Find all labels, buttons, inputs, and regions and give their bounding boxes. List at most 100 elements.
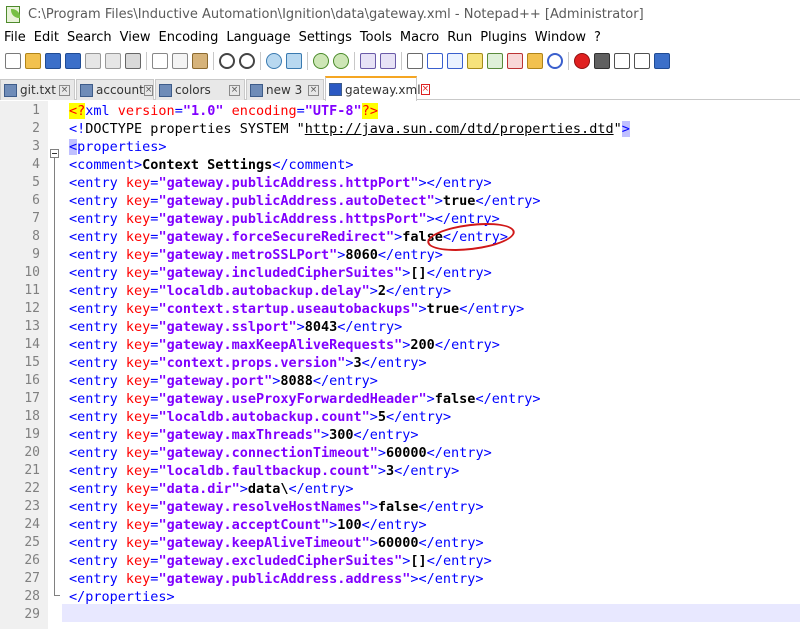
sync-horizontal-icon[interactable] xyxy=(380,53,396,69)
new-file-icon[interactable] xyxy=(5,53,21,69)
play-macro-icon[interactable] xyxy=(614,53,630,69)
xml-tag-token: </entry> xyxy=(475,193,541,209)
menu-search[interactable]: Search xyxy=(63,28,116,48)
menu-file[interactable]: File xyxy=(0,28,30,48)
tab-colors[interactable]: colors × xyxy=(155,79,245,100)
code-line[interactable]: 27 <entry key="gateway.publicAddress.addr… xyxy=(0,570,800,588)
word-wrap-icon[interactable] xyxy=(407,53,423,69)
code-line[interactable]: 21 <entry key="localdb.faultbackup.count"… xyxy=(0,462,800,480)
stop-macro-icon[interactable] xyxy=(594,53,610,69)
code-line[interactable]: 15 <entry key="context.props.version">3</… xyxy=(0,354,800,372)
udl-icon[interactable] xyxy=(467,53,483,69)
code-line[interactable]: 3 <properties> xyxy=(0,138,800,156)
code-line[interactable]: 13 <entry key="gateway.sslport">8043</ent… xyxy=(0,318,800,336)
copy-icon[interactable] xyxy=(172,53,188,69)
menu-edit[interactable]: Edit xyxy=(30,28,63,48)
save-macro-icon[interactable] xyxy=(654,53,670,69)
show-all-chars-icon[interactable] xyxy=(427,53,443,69)
undo-icon[interactable] xyxy=(219,53,235,69)
doc-map-icon[interactable] xyxy=(487,53,503,69)
zoom-in-icon[interactable] xyxy=(313,53,329,69)
xml-tag-token: <entry xyxy=(69,409,126,425)
menu-tools[interactable]: Tools xyxy=(356,28,396,48)
code-line[interactable]: 22 <entry key="data.dir">data\</entry> xyxy=(0,480,800,498)
sync-vertical-icon[interactable] xyxy=(360,53,376,69)
menu-run[interactable]: Run xyxy=(443,28,476,48)
menu-encoding[interactable]: Encoding xyxy=(154,28,222,48)
xml-attribute-value-token: "gateway.publicAddress.address" xyxy=(158,571,411,587)
menu-view[interactable]: View xyxy=(116,28,155,48)
tab-account[interactable]: account × xyxy=(76,79,154,100)
code-line[interactable]: 18 <entry key="localdb.autobackup.count">… xyxy=(0,408,800,426)
close-icon[interactable] xyxy=(85,53,101,69)
code-line[interactable]: 24 <entry key="gateway.acceptCount">100</… xyxy=(0,516,800,534)
code-text: <entry key="gateway.port">8088</entry> xyxy=(69,372,378,390)
line-number: 4 xyxy=(32,157,40,172)
run-macro-multiple-icon[interactable] xyxy=(634,53,650,69)
close-tab-icon[interactable]: × xyxy=(308,84,319,96)
menu-help[interactable]: ? xyxy=(590,28,605,48)
code-line[interactable]: 6 <entry key="gateway.publicAddress.autoD… xyxy=(0,192,800,210)
xml-attribute-token: key xyxy=(125,535,151,551)
xml-text-token: 8088 xyxy=(280,373,313,389)
code-line[interactable]: 10 <entry key="gateway.includedCipherSuit… xyxy=(0,264,800,282)
code-line[interactable]: 29 xyxy=(0,606,800,624)
replace-icon[interactable] xyxy=(286,53,302,69)
save-icon[interactable] xyxy=(45,53,61,69)
code-line[interactable]: 19 <entry key="gateway.maxThreads">300</e… xyxy=(0,426,800,444)
paste-icon[interactable] xyxy=(192,53,208,69)
close-tab-icon[interactable]: × xyxy=(143,84,154,96)
menu-settings[interactable]: Settings xyxy=(295,28,356,48)
code-line[interactable]: 16 <entry key="gateway.port">8088</entry> xyxy=(0,372,800,390)
redo-icon[interactable] xyxy=(239,53,255,69)
code-line[interactable]: 5 <entry key="gateway.publicAddress.httpP… xyxy=(0,174,800,192)
function-list-icon[interactable] xyxy=(507,53,523,69)
close-tab-icon[interactable]: × xyxy=(420,84,431,95)
save-all-icon[interactable] xyxy=(65,53,81,69)
menu-language[interactable]: Language xyxy=(222,28,294,48)
code-line[interactable]: 14 <entry key="gateway.maxKeepAliveReques… xyxy=(0,336,800,354)
editor[interactable]: 1 <?xml version="1.0" encoding="UTF-8"?> 2… xyxy=(0,101,800,629)
monitoring-icon[interactable] xyxy=(547,53,563,69)
xml-attribute-token: key xyxy=(125,265,151,281)
xml-attribute-token: key xyxy=(125,481,151,497)
code-line[interactable]: 1 <?xml version="1.0" encoding="UTF-8"?> xyxy=(0,102,800,120)
xml-tag-token: ></entry> xyxy=(410,571,484,587)
menu-plugins[interactable]: Plugins xyxy=(476,28,531,48)
code-line[interactable]: 23 <entry key="gateway.resolveHostNames">… xyxy=(0,498,800,516)
code-line[interactable]: 20 <entry key="gateway.connectionTimeout"… xyxy=(0,444,800,462)
tab-gateway-xml[interactable]: gateway.xml × xyxy=(325,76,431,101)
code-line[interactable]: 2 <!DOCTYPE properties SYSTEM "http://jav… xyxy=(0,120,800,138)
code-line[interactable]: 17 <entry key="gateway.useProxyForwardedH… xyxy=(0,390,800,408)
code-line[interactable]: 8 <entry key="gateway.forceSecureRedirect… xyxy=(0,228,800,246)
tab-new-3[interactable]: new 3 × xyxy=(246,79,324,100)
indent-guide-icon[interactable] xyxy=(447,53,463,69)
xml-tag-token: <entry xyxy=(69,481,126,497)
toolbar-separator xyxy=(354,52,355,70)
cut-icon[interactable] xyxy=(152,53,168,69)
xml-tag-token: > xyxy=(369,535,378,551)
code-line[interactable]: 11 <entry key="localdb.autobackup.delay">… xyxy=(0,282,800,300)
code-line[interactable]: 26 <entry key="gateway.excludedCipherSuit… xyxy=(0,552,800,570)
record-macro-icon[interactable] xyxy=(574,53,590,69)
close-tab-icon[interactable]: × xyxy=(229,84,240,96)
folder-workspace-icon[interactable] xyxy=(527,53,543,69)
code-line[interactable]: 25 <entry key="gateway.keepAliveTimeout">… xyxy=(0,534,800,552)
close-all-icon[interactable] xyxy=(105,53,121,69)
code-line[interactable]: 12 <entry key="context.startup.useautobac… xyxy=(0,300,800,318)
code-line[interactable]: 4 <comment>Context Settings</comment> xyxy=(0,156,800,174)
open-file-icon[interactable] xyxy=(25,53,41,69)
xml-attribute-token: key xyxy=(125,193,151,209)
close-tab-icon[interactable]: × xyxy=(59,84,70,96)
code-line[interactable]: 7 <entry key="gateway.publicAddress.https… xyxy=(0,210,800,228)
tab-git-txt[interactable]: git.txt × xyxy=(0,79,75,100)
code-line[interactable]: 9 <entry key="gateway.metroSSLPort">8060<… xyxy=(0,246,800,264)
xml-text-token: 60000 xyxy=(386,445,427,461)
menu-macro[interactable]: Macro xyxy=(396,28,443,48)
zoom-out-icon[interactable] xyxy=(333,53,349,69)
menu-window[interactable]: Window xyxy=(531,28,590,48)
code-line[interactable]: 28 </properties> xyxy=(0,588,800,606)
print-icon[interactable] xyxy=(125,53,141,69)
xml-attribute-value-token: "gateway.sslport" xyxy=(158,319,297,335)
find-icon[interactable] xyxy=(266,53,282,69)
